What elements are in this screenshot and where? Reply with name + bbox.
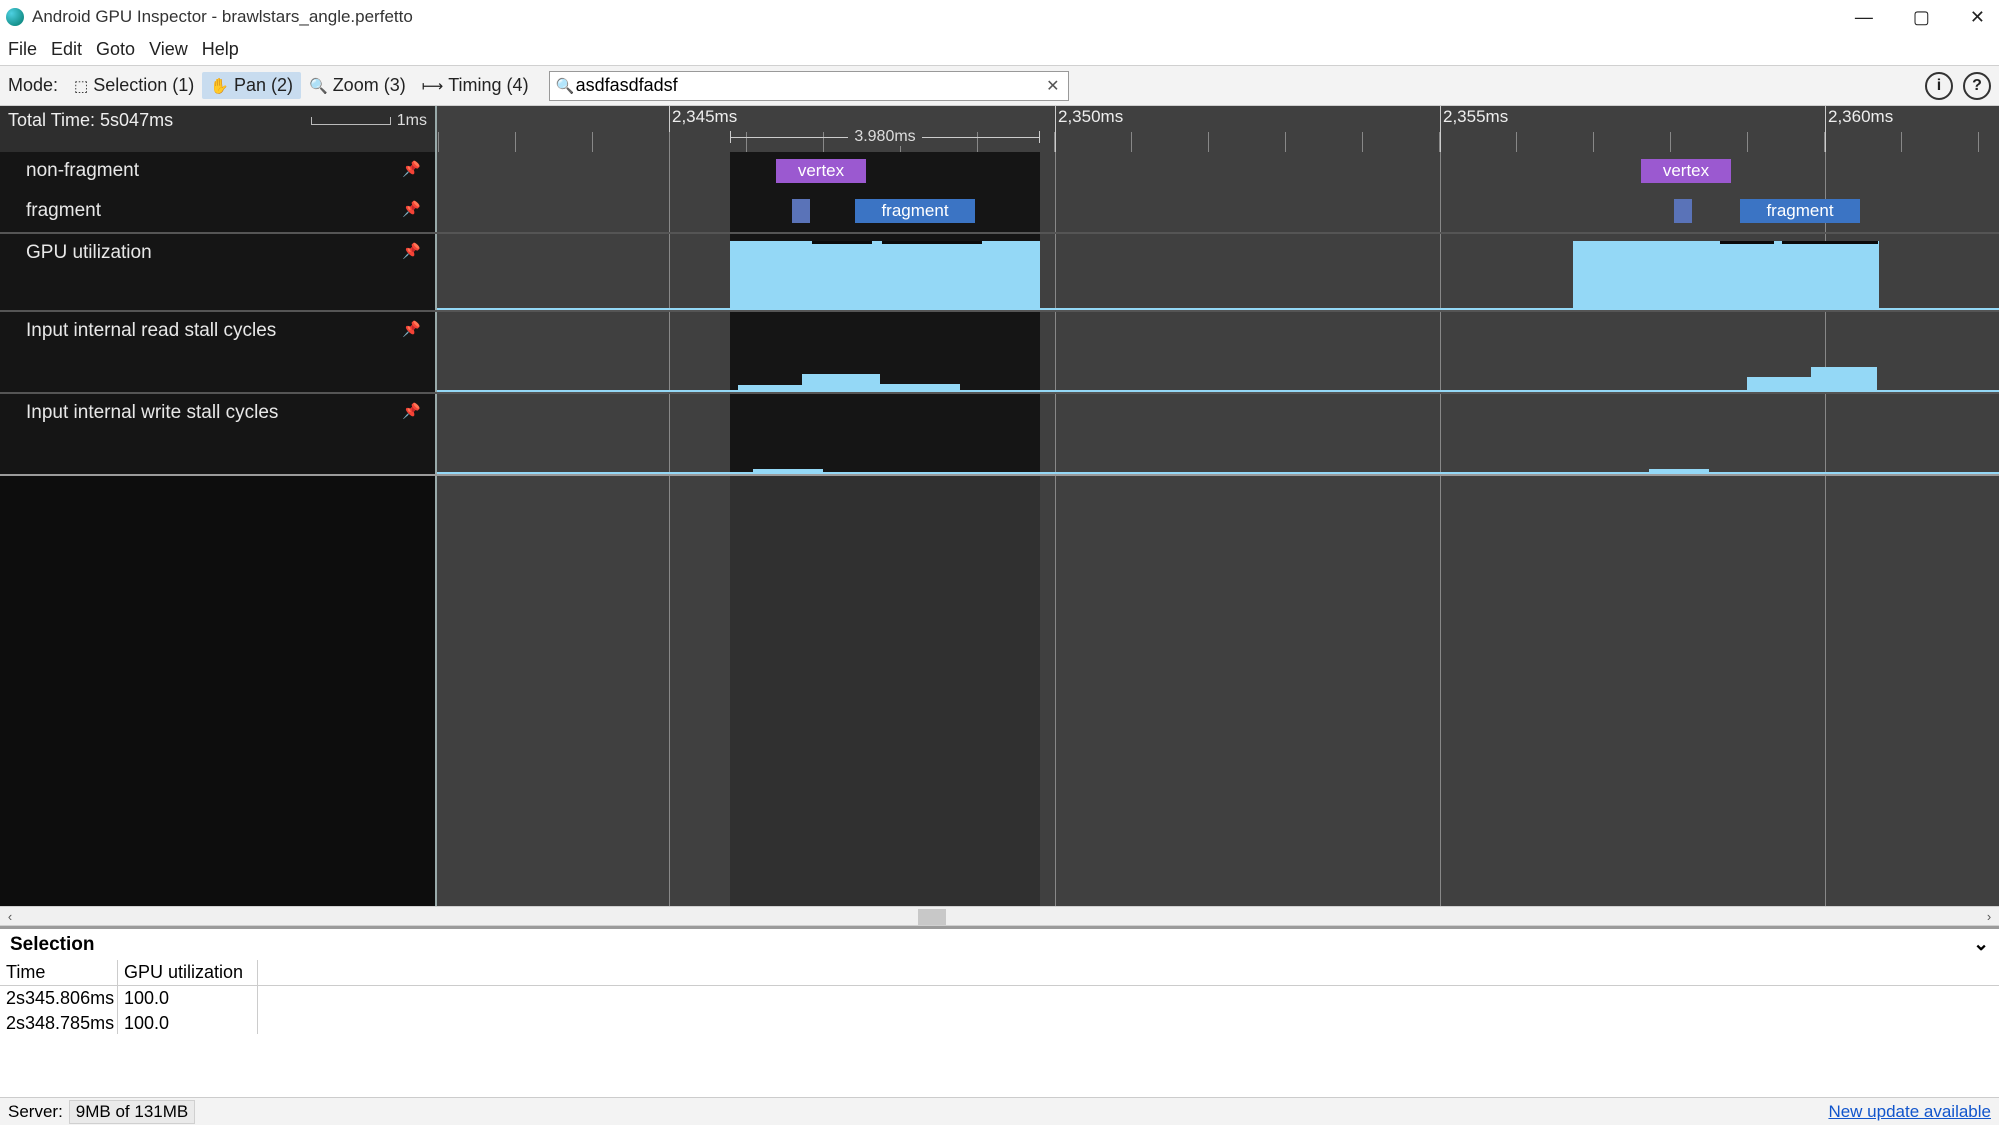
trace-segment[interactable]: fragment xyxy=(855,199,975,223)
menu-view[interactable]: View xyxy=(149,39,188,60)
help-icon[interactable]: ? xyxy=(1963,72,1991,100)
info-icon[interactable]: i xyxy=(1925,72,1953,100)
search-input[interactable] xyxy=(550,72,1068,100)
scale-hint: 1ms xyxy=(311,110,427,130)
server-label: Server: xyxy=(8,1102,63,1122)
track-row: GPU utilization📌 xyxy=(0,232,1999,310)
trace-segment[interactable] xyxy=(792,199,810,223)
selection-measure: 3.980ms xyxy=(730,128,1040,146)
selection-icon: ⬚ xyxy=(74,77,88,95)
selection-panel-title: Selection xyxy=(10,934,94,956)
timing-icon: ⟼ xyxy=(422,77,444,95)
pin-icon[interactable]: 📌 xyxy=(402,242,421,260)
pin-icon[interactable]: 📌 xyxy=(402,200,421,218)
table-row[interactable]: 2s348.785ms 100.0 xyxy=(0,1011,1999,1034)
track-lane[interactable]: fragment fragment xyxy=(437,192,1999,232)
track-row: Input internal read stall cycles📌 xyxy=(0,310,1999,392)
scroll-left-icon[interactable]: ‹ xyxy=(0,909,20,924)
track-label[interactable]: Input internal read stall cycles📌 xyxy=(0,312,437,392)
ruler-right[interactable]: 2,345ms2,350ms2,355ms2,360ms 3.980ms xyxy=(437,106,1999,152)
total-time-label: Total Time: 5s047ms xyxy=(8,110,173,131)
menu-help[interactable]: Help xyxy=(202,39,239,60)
menu-edit[interactable]: Edit xyxy=(51,39,82,60)
trace-segment[interactable]: fragment xyxy=(1740,199,1860,223)
mode-label: Mode: xyxy=(8,75,58,96)
app-icon xyxy=(6,8,24,26)
track-label[interactable]: non-fragment📌 xyxy=(0,152,437,192)
update-link[interactable]: New update available xyxy=(1828,1102,1991,1122)
close-icon[interactable]: ✕ xyxy=(1970,7,1985,28)
hand-icon: ✋ xyxy=(210,77,229,95)
col-time: Time xyxy=(0,960,118,985)
trace-segment[interactable]: vertex xyxy=(776,159,866,183)
track-row: fragment📌 fragment fragment xyxy=(0,192,1999,232)
ruler-left: Total Time: 5s047ms 1ms xyxy=(0,106,437,152)
memory-usage: 9MB of 131MB xyxy=(69,1100,195,1124)
window-title: Android GPU Inspector - brawlstars_angle… xyxy=(32,7,413,27)
track-label[interactable]: fragment📌 xyxy=(0,192,437,232)
trace-segment[interactable] xyxy=(1674,199,1692,223)
trace-segment[interactable] xyxy=(730,241,1040,310)
track-lane[interactable] xyxy=(437,394,1999,474)
timeline-ruler: Total Time: 5s047ms 1ms 2,345ms2,350ms2,… xyxy=(0,106,1999,152)
toolbar: Mode: ⬚ Selection (1) ✋ Pan (2) 🔍 Zoom (… xyxy=(0,66,1999,106)
mode-selection-button[interactable]: ⬚ Selection (1) xyxy=(66,72,202,99)
track-lane[interactable] xyxy=(437,312,1999,392)
selection-panel: Selection ⌄ Time GPU utilization 2s345.8… xyxy=(0,926,1999,1034)
track-label[interactable]: GPU utilization📌 xyxy=(0,234,437,310)
timeline-empty-area[interactable] xyxy=(0,476,1999,906)
search-icon: 🔍 xyxy=(556,77,575,95)
menu-file[interactable]: File xyxy=(8,39,37,60)
statusbar: Server: 9MB of 131MB New update availabl… xyxy=(0,1097,1999,1125)
pin-icon[interactable]: 📌 xyxy=(402,320,421,338)
scroll-thumb[interactable] xyxy=(918,909,946,925)
titlebar: Android GPU Inspector - brawlstars_angle… xyxy=(0,0,1999,34)
trace-segment[interactable] xyxy=(1573,241,1879,310)
table-row[interactable]: 2s345.806ms 100.0 xyxy=(0,986,1999,1011)
toolbar-right: i ? xyxy=(1925,72,1991,100)
maximize-icon[interactable]: ▢ xyxy=(1913,7,1930,28)
menubar: File Edit Goto View Help xyxy=(0,34,1999,66)
track-lane[interactable] xyxy=(437,234,1999,310)
track-lane[interactable]: vertex vertex xyxy=(437,152,1999,192)
collapse-icon[interactable]: ⌄ xyxy=(1973,933,1989,956)
col-gpu-util: GPU utilization xyxy=(118,960,258,985)
horizontal-scrollbar[interactable]: ‹ › xyxy=(0,906,1999,926)
menu-goto[interactable]: Goto xyxy=(96,39,135,60)
search-wrap: 🔍 ✕ xyxy=(549,71,1069,101)
pin-icon[interactable]: 📌 xyxy=(402,402,421,420)
mode-pan-button[interactable]: ✋ Pan (2) xyxy=(202,72,301,99)
zoom-icon: 🔍 xyxy=(309,77,328,95)
scroll-right-icon[interactable]: › xyxy=(1979,909,1999,924)
trace-segment[interactable] xyxy=(1811,367,1877,392)
tracks-area: non-fragment📌vertexvertexfragment📌fragme… xyxy=(0,152,1999,476)
track-row: non-fragment📌 vertex vertex xyxy=(0,152,1999,192)
window-controls: — ▢ ✕ xyxy=(1855,7,1993,28)
trace-segment[interactable]: vertex xyxy=(1641,159,1731,183)
pin-icon[interactable]: 📌 xyxy=(402,160,421,178)
selection-table: Time GPU utilization 2s345.806ms 100.0 2… xyxy=(0,960,1999,1034)
track-label[interactable]: Input internal write stall cycles📌 xyxy=(0,394,437,474)
mode-timing-button[interactable]: ⟼ Timing (4) xyxy=(414,72,537,99)
clear-search-icon[interactable]: ✕ xyxy=(1046,76,1059,96)
minimize-icon[interactable]: — xyxy=(1855,7,1873,28)
mode-zoom-button[interactable]: 🔍 Zoom (3) xyxy=(301,72,414,99)
track-row: Input internal write stall cycles📌 xyxy=(0,392,1999,474)
